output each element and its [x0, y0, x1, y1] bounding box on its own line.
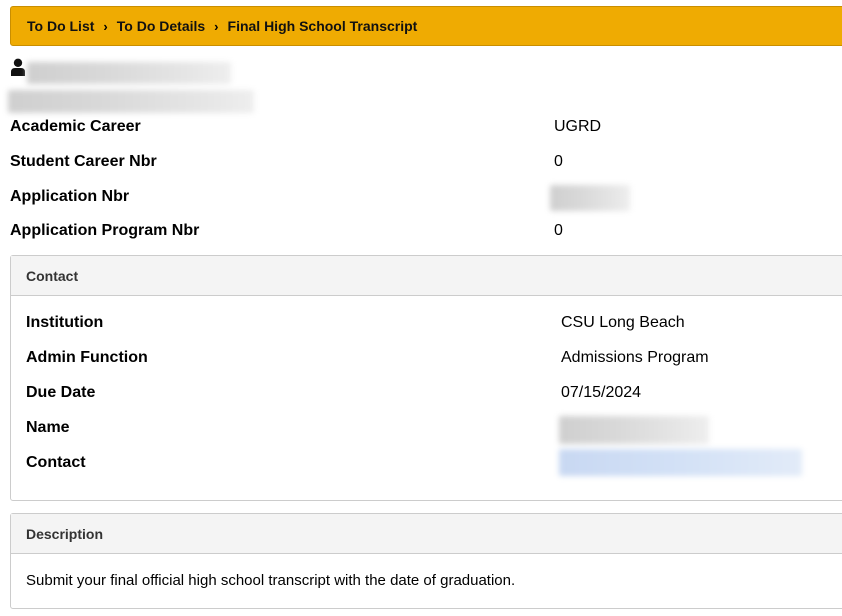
due-date-value: 07/15/2024: [561, 384, 642, 401]
institution-label: Institution: [26, 314, 104, 331]
chevron-right-icon: ›: [103, 18, 108, 34]
person-icon: [11, 58, 25, 76]
breadcrumb-item-to-do-list[interactable]: To Do List: [27, 18, 94, 34]
student-career-nbr-value: 0: [554, 153, 563, 170]
application-program-nbr-label: Application Program Nbr: [10, 222, 200, 239]
student-career-nbr-label: Student Career Nbr: [10, 153, 157, 170]
academic-career-value: UGRD: [554, 118, 602, 135]
admin-function-value: Admissions Program: [561, 349, 709, 366]
to-do-details-page: To Do List › To Do Details › Final High …: [0, 0, 842, 616]
student-id-redacted: [8, 90, 254, 113]
academic-career-label: Academic Career: [10, 118, 141, 135]
chevron-right-icon: ›: [214, 18, 219, 34]
contact-panel: Contact Institution CSU Long Beach Admin…: [10, 255, 842, 501]
admin-function-label: Admin Function: [26, 349, 148, 366]
breadcrumb: To Do List › To Do Details › Final High …: [10, 6, 842, 46]
description-text: Submit your final official high school t…: [26, 572, 516, 589]
breadcrumb-item-to-do-details[interactable]: To Do Details: [117, 18, 205, 34]
student-name-redacted: [27, 62, 231, 84]
breadcrumb-item-current: Final High School Transcript: [227, 18, 418, 34]
contact-name-label: Name: [26, 419, 70, 436]
contact-label: Contact: [26, 454, 86, 471]
description-panel-header: Description: [11, 514, 842, 554]
application-nbr-redacted: [550, 185, 630, 211]
institution-value: CSU Long Beach: [561, 314, 685, 331]
contact-name-redacted: [559, 416, 709, 444]
description-panel: Description Submit your final official h…: [10, 513, 842, 609]
contact-panel-header: Contact: [11, 256, 842, 296]
application-program-nbr-value: 0: [554, 222, 563, 239]
application-nbr-label: Application Nbr: [10, 188, 130, 205]
due-date-label: Due Date: [26, 384, 96, 401]
contact-email-redacted[interactable]: [559, 449, 802, 476]
